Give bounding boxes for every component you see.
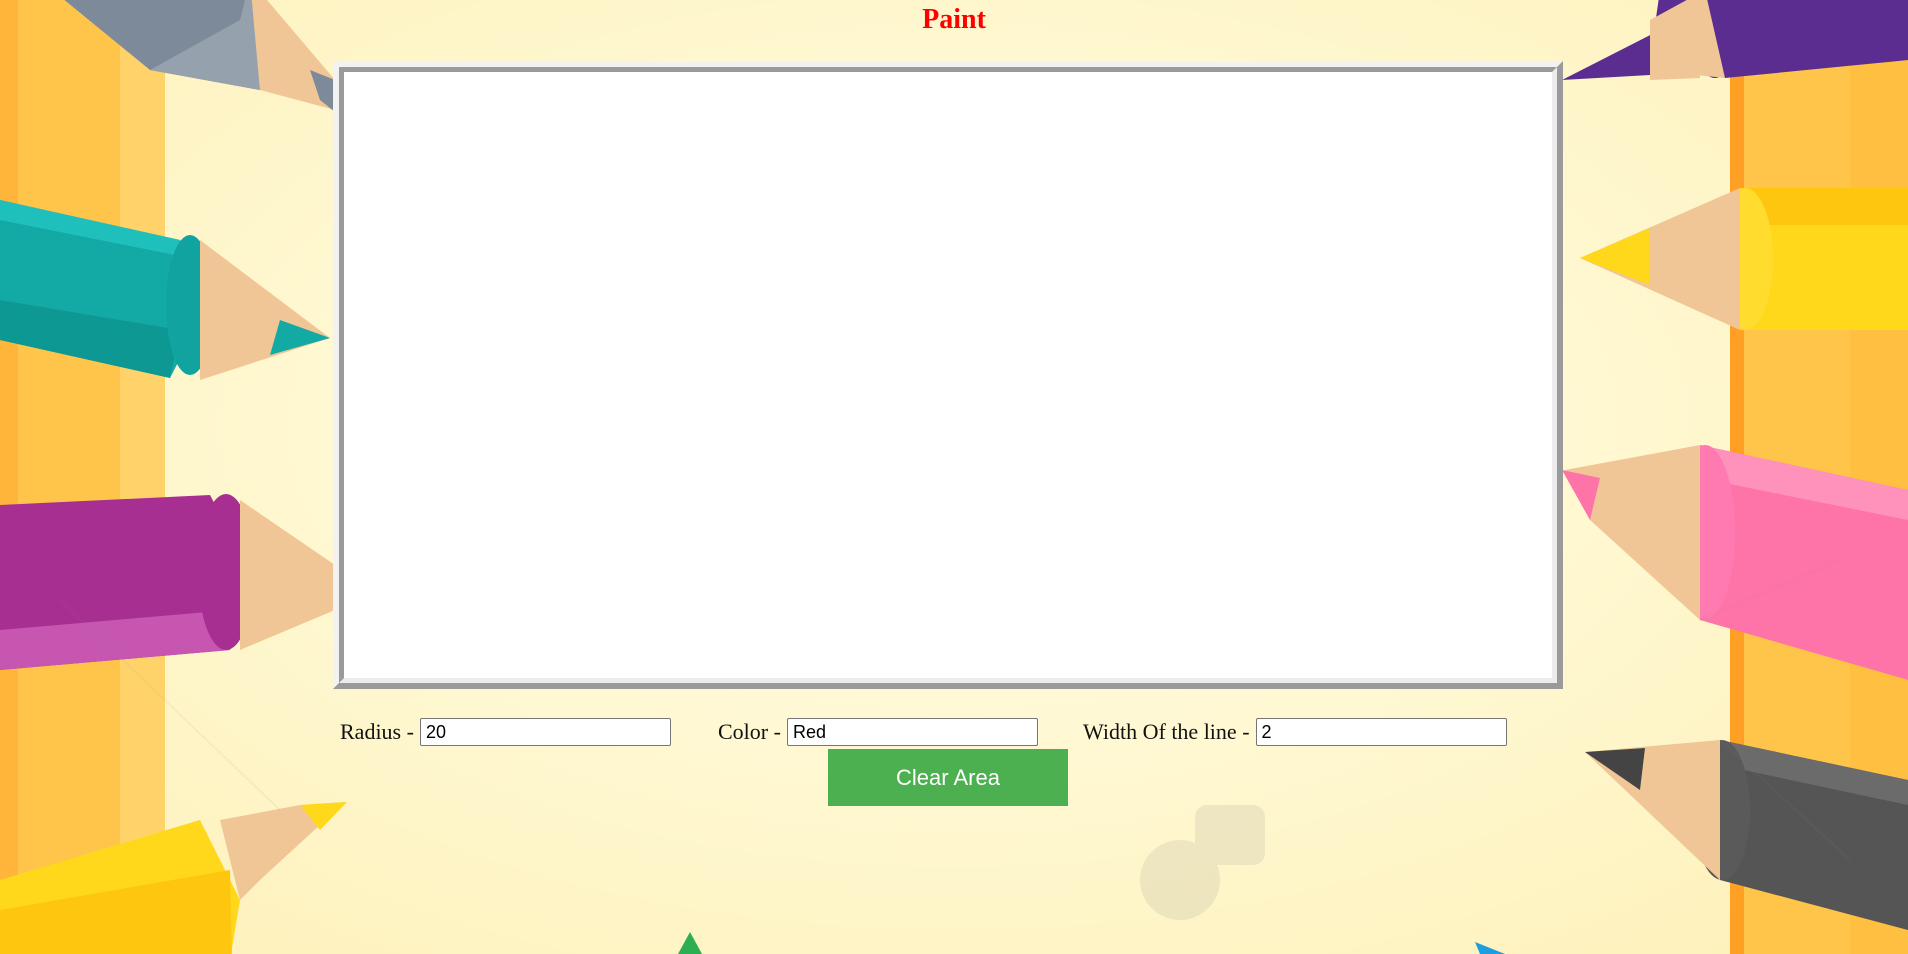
line-width-control: Width Of the line - — [1083, 716, 1507, 748]
drawing-canvas-frame — [333, 61, 1563, 689]
blue-pencil-tip-icon — [1475, 942, 1505, 954]
clear-area-button[interactable]: Clear Area — [828, 749, 1068, 806]
line-width-input[interactable] — [1255, 718, 1507, 746]
page-title: Paint — [922, 4, 986, 35]
radius-control: Radius - — [340, 716, 671, 748]
purple-pencil-icon — [0, 494, 335, 670]
radius-label: Radius - — [340, 719, 414, 744]
drawing-canvas[interactable] — [344, 72, 1552, 678]
radius-input[interactable] — [419, 718, 671, 746]
color-label: Color - — [718, 719, 781, 744]
color-input[interactable] — [786, 718, 1038, 746]
color-control: Color - — [718, 716, 1038, 748]
yellow-pencil-right-icon — [1580, 188, 1908, 330]
line-width-label: Width Of the line - — [1083, 719, 1250, 744]
green-pencil-tip-icon — [678, 932, 702, 954]
